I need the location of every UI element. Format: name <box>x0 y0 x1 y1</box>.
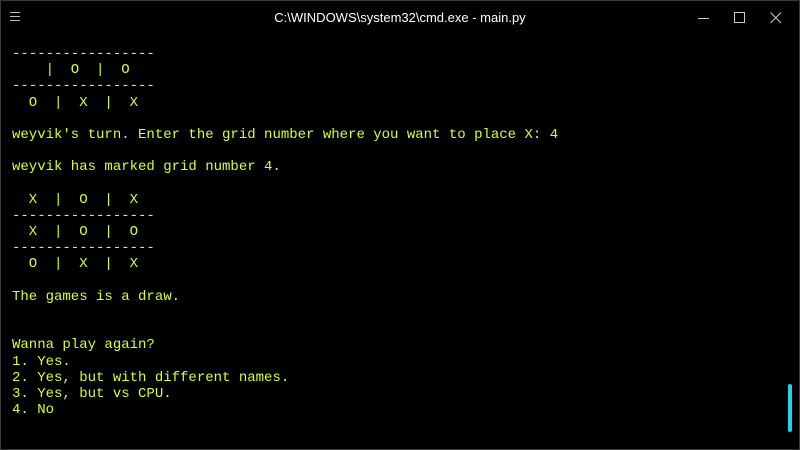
console-line: ----------------- <box>12 46 155 62</box>
scrollbar-thumb[interactable] <box>788 384 792 432</box>
console-line: weyvik has marked grid number 4. <box>12 159 281 176</box>
console-line: weyvik's turn. Enter the grid number whe… <box>12 126 559 143</box>
console-line: 4. No <box>12 402 55 419</box>
console-line: O | X | X <box>12 94 139 111</box>
console-input-line[interactable]: _ <box>12 435 558 450</box>
console-line: O | X | X <box>12 256 139 273</box>
console-line: ----------------- <box>12 78 155 95</box>
window-title: C:\WINDOWS\system32\cmd.exe - main.py <box>274 10 526 25</box>
console-line: The games is a draw. <box>12 288 181 305</box>
console-line: 2. Yes, but with different names. <box>12 369 290 386</box>
title-bar[interactable]: C:\WINDOWS\system32\cmd.exe - main.py <box>1 1 799 35</box>
console-line: | O | O <box>12 62 130 79</box>
minimize-icon <box>698 18 709 19</box>
console-line: 3. Yes, but vs CPU. <box>12 385 172 402</box>
vertical-scrollbar[interactable] <box>783 35 799 449</box>
console-line: 1. Yes. <box>12 353 71 370</box>
console-line: ----------------- <box>12 207 155 224</box>
console-text-area: ----------------- | O | O --------------… <box>12 46 558 449</box>
maximize-icon <box>734 12 745 23</box>
close-icon <box>770 12 782 24</box>
close-button[interactable] <box>753 1 799 35</box>
console-line: X | O | X <box>12 191 139 208</box>
console-line: X | O | O <box>12 224 139 241</box>
console-line: Wanna play again? <box>12 337 155 354</box>
console-line: ----------------- <box>12 240 155 257</box>
cmd-window: C:\WINDOWS\system32\cmd.exe - main.py --… <box>0 0 800 450</box>
console-output[interactable]: ----------------- | O | O --------------… <box>1 35 783 449</box>
